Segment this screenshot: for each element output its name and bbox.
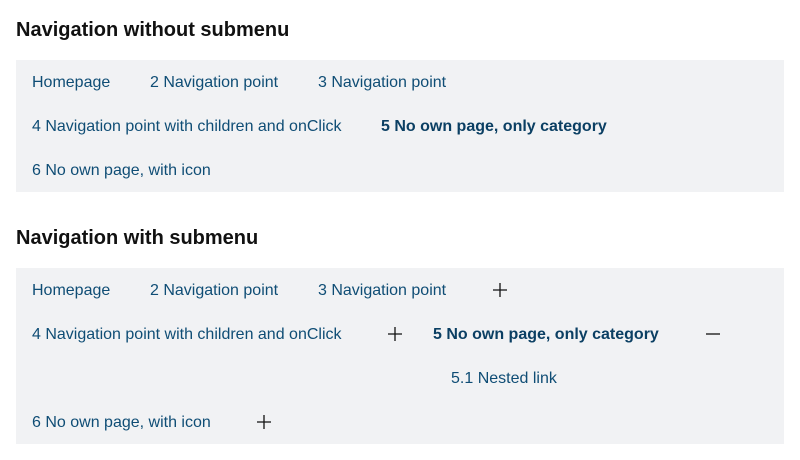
nav-item-with-icon-6[interactable]: 6 No own page, with icon [32,413,211,433]
nav-item-homepage[interactable]: Homepage [32,281,110,301]
nav-item-navigation-point-4[interactable]: 4 Navigation point with children and onC… [32,117,342,137]
nav-item-navigation-point-3[interactable]: 3 Navigation point [318,73,446,93]
page: Navigation without submenu Homepage 2 Na… [0,0,800,460]
nav-item-category-5[interactable]: 5 No own page, only category [433,325,659,345]
nav-item-navigation-point-2[interactable]: 2 Navigation point [150,281,278,301]
nav-item-nested-link-5-1[interactable]: 5.1 Nested link [451,369,557,389]
section-title-with-submenu: Navigation with submenu [16,227,259,249]
section-title-without-submenu: Navigation without submenu [16,19,290,41]
nav-item-navigation-point-4[interactable]: 4 Navigation point with children and onC… [32,325,342,345]
plus-icon[interactable] [387,326,403,342]
navigation-without-submenu: Homepage 2 Navigation point 3 Navigation… [16,60,784,192]
nav-item-navigation-point-2[interactable]: 2 Navigation point [150,73,278,93]
navigation-with-submenu: Homepage 2 Navigation point 3 Navigation… [16,268,784,444]
nav-item-homepage[interactable]: Homepage [32,73,110,93]
nav-item-with-icon-6[interactable]: 6 No own page, with icon [32,161,211,181]
nav-item-navigation-point-3[interactable]: 3 Navigation point [318,281,446,301]
minus-icon[interactable] [705,326,721,342]
plus-icon[interactable] [256,414,272,430]
plus-icon[interactable] [492,282,508,298]
nav-item-category-5[interactable]: 5 No own page, only category [381,117,607,137]
